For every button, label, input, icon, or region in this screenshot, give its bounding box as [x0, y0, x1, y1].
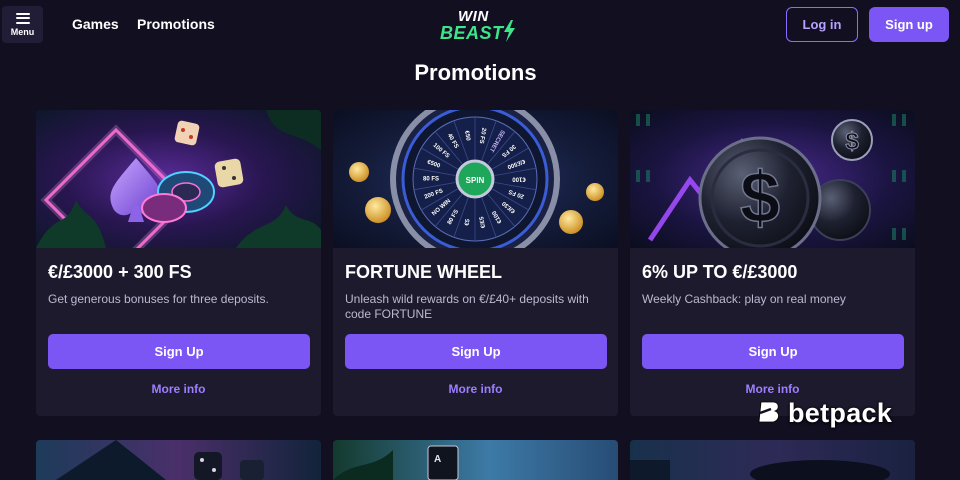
- promo-card-welcome: €/£3000 + 300 FS Get generous bonuses fo…: [36, 110, 321, 416]
- winbeast-logo[interactable]: WIN BEAST: [438, 6, 518, 44]
- promo-card-partial[interactable]: A: [333, 440, 618, 480]
- logo-word-beast: BEAST: [440, 23, 504, 43]
- wheel-segment-label: 80 FS: [423, 177, 439, 183]
- promo-title: 6% UP TO €/£3000: [642, 262, 798, 282]
- signup-button[interactable]: Sign up: [869, 7, 949, 42]
- promo-description: Unleash wild rewards on €/£40+ deposits …: [345, 292, 589, 321]
- wheel-center-label: SPIN: [466, 176, 485, 185]
- nav-games[interactable]: Games: [72, 16, 119, 32]
- promo-image-fortune-wheel: 20 FS SECRET 30 FS €/£500 €100 20 FS €/£30 €100…: [333, 110, 618, 248]
- menu-button[interactable]: Menu: [2, 6, 43, 43]
- svg-text:$: $: [740, 158, 780, 238]
- promo-title: FORTUNE WHEEL: [345, 262, 502, 282]
- promo-card-cashback: $ $ 6% UP TO €/£3000 Weekly Cashback: pl…: [630, 110, 915, 416]
- promo-image-dollar-coin: $ $: [630, 110, 915, 248]
- promo-signup-button[interactable]: Sign Up: [345, 334, 607, 369]
- promo-card-partial[interactable]: [630, 440, 915, 480]
- hamburger-icon: [15, 12, 30, 24]
- site-header: Menu Games Promotions WIN BEAST Log in S…: [0, 0, 960, 50]
- promo-more-info-link[interactable]: More info: [36, 382, 321, 396]
- lightning-icon: [504, 20, 515, 42]
- watermark-text: betpack: [788, 397, 893, 428]
- login-button[interactable]: Log in: [786, 7, 858, 42]
- betpack-logo-icon: [758, 401, 779, 423]
- nav-promotions[interactable]: Promotions: [137, 16, 215, 32]
- promo-image-spade-dice: [36, 110, 321, 248]
- promo-card-fortune-wheel: 20 FS SECRET 30 FS €/£500 €100 20 FS €/£30 €100…: [333, 110, 618, 416]
- svg-text:$: $: [845, 128, 859, 155]
- promo-description: Get generous bonuses for three deposits.: [48, 292, 269, 306]
- page-title: Promotions: [414, 60, 537, 85]
- promo-signup-button[interactable]: Sign Up: [642, 334, 904, 369]
- betpack-watermark: betpack: [756, 396, 916, 430]
- menu-label: Menu: [10, 26, 35, 37]
- promo-signup-button[interactable]: Sign Up: [48, 334, 310, 369]
- promo-card-partial[interactable]: [36, 440, 321, 480]
- wheel-segment-label: €100: [512, 175, 526, 181]
- promo-more-info-link[interactable]: More info: [630, 382, 915, 396]
- promo-description: Weekly Cashback: play on real money: [642, 292, 846, 306]
- svg-text:A: A: [434, 454, 441, 465]
- promo-title: €/£3000 + 300 FS: [48, 262, 192, 282]
- promo-more-info-link[interactable]: More info: [333, 382, 618, 396]
